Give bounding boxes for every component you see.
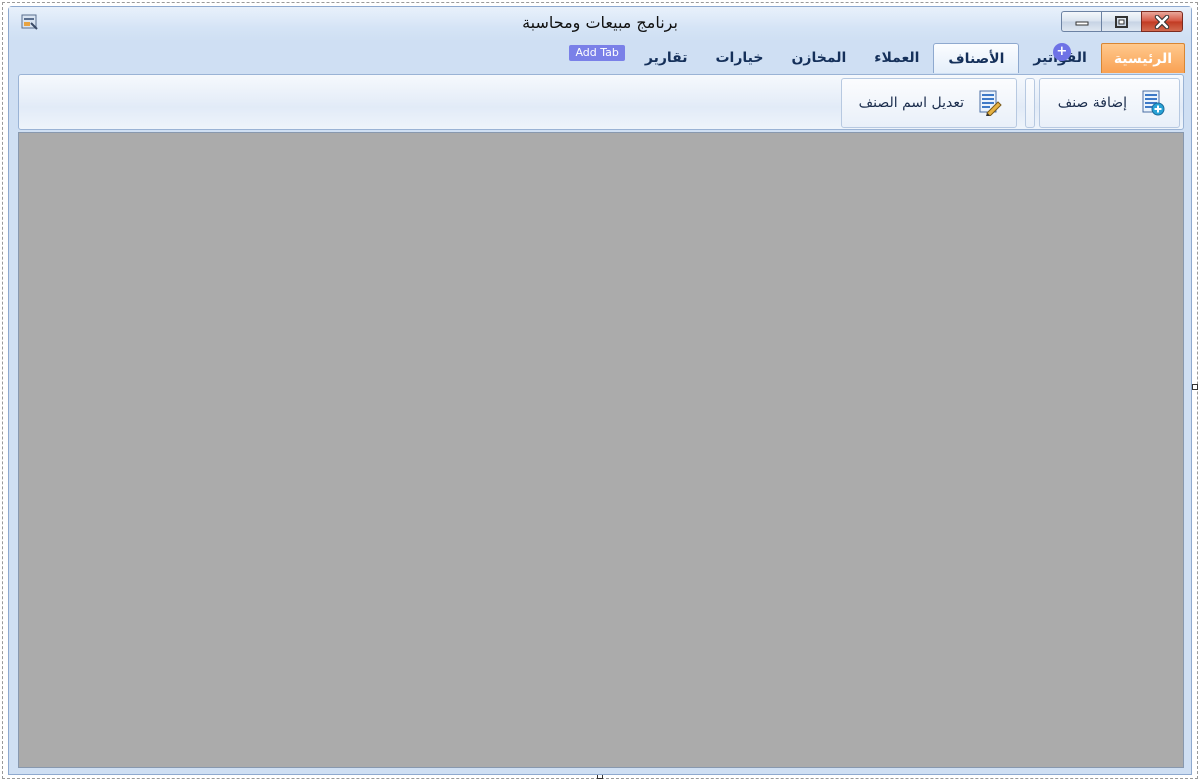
- minimize-icon: [1075, 21, 1088, 25]
- tab-reports[interactable]: تقارير: [631, 43, 702, 73]
- maximize-icon: [1114, 15, 1128, 28]
- maximize-button[interactable]: [1101, 11, 1141, 32]
- ribbon-group-edit-item: تعديل اسم الصنف: [841, 78, 1017, 128]
- add-item-label: إضافة صنف: [1057, 95, 1127, 111]
- ribbon-group-add-item: إضافة صنف: [1039, 78, 1180, 128]
- tab-items[interactable]: الأصناف: [933, 43, 1020, 73]
- main-window: برنامج مبيعات ومحاسبة الرئيسية + الأصناف…: [8, 6, 1192, 775]
- edit-item-name-label: تعديل اسم الصنف: [858, 95, 964, 111]
- ribbon-panel: إضافة صنف تعديل اسم الصنف: [18, 74, 1184, 130]
- tab-warehouses[interactable]: المخازن: [777, 43, 860, 73]
- ribbon-group-separator: [1025, 78, 1035, 128]
- window-controls: [1061, 11, 1183, 33]
- ribbon-tabs: الرئيسية الفواتير + الأصناف العملاء المخ…: [563, 43, 1185, 73]
- minimize-button[interactable]: [1061, 11, 1101, 32]
- app-menu-button[interactable]: الرئيسية: [1100, 43, 1185, 73]
- tab-options[interactable]: خيارات: [701, 43, 777, 73]
- add-tab-button[interactable]: Add Tab: [569, 45, 625, 61]
- resize-grip-right[interactable]: [1192, 384, 1198, 390]
- edit-document-icon: [979, 90, 1002, 116]
- close-icon: [1154, 14, 1170, 29]
- add-item-button[interactable]: إضافة صنف: [1040, 79, 1179, 127]
- title-bar[interactable]: برنامج مبيعات ومحاسبة: [9, 7, 1191, 41]
- window-title: برنامج مبيعات ومحاسبة: [522, 13, 678, 32]
- mdi-client-area[interactable]: [18, 132, 1184, 768]
- close-button[interactable]: [1141, 11, 1183, 32]
- add-document-icon: [1142, 90, 1165, 116]
- plus-badge-icon[interactable]: +: [1052, 43, 1071, 61]
- tab-customers[interactable]: العملاء: [860, 43, 933, 73]
- tab-invoices[interactable]: الفواتير +: [1019, 43, 1100, 73]
- edit-item-name-button[interactable]: تعديل اسم الصنف: [842, 79, 1016, 127]
